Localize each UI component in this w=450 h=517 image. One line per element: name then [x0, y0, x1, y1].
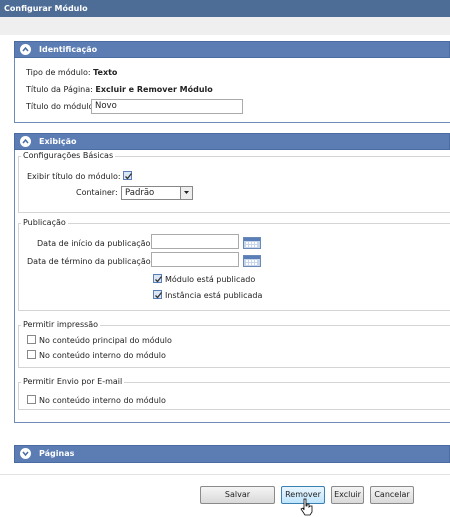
salvar-button[interactable]: Salvar — [200, 486, 275, 504]
legend-email: Permitir Envio por E-mail — [21, 377, 125, 386]
impressao-interno-label: No conteúdo interno do módulo — [39, 351, 166, 360]
panel-identificacao-header[interactable]: Identificação — [14, 41, 450, 58]
data-termino-input[interactable] — [151, 252, 239, 267]
collapse-icon[interactable] — [20, 136, 31, 147]
legend-publicacao: Publicação — [21, 218, 68, 227]
container-label: Container: — [76, 188, 118, 197]
window-title: Configurar Módulo — [0, 0, 450, 17]
exibir-titulo-label: Exibir título do módulo: — [27, 172, 121, 181]
impressao-principal-checkbox[interactable] — [27, 335, 36, 344]
email-interno-label: No conteúdo interno do módulo — [39, 396, 166, 405]
legend-impressao: Permitir impressão — [21, 320, 101, 329]
data-termino-label: Data de término da publicação: — [27, 257, 154, 266]
impressao-principal-label: No conteúdo principal do módulo — [39, 336, 172, 345]
excluir-button[interactable]: Excluir — [331, 486, 364, 504]
chevron-down-icon[interactable] — [180, 187, 192, 199]
collapse-icon[interactable] — [20, 44, 31, 55]
legend-basicas: Configurações Básicas — [21, 151, 116, 160]
fieldset-impressao — [18, 325, 450, 368]
titulo-modulo-label: Título do módulo: — [26, 102, 97, 111]
panel-exibicao-body: Configurações Básicas Exibir título do m… — [14, 150, 450, 423]
impressao-interno-checkbox[interactable] — [27, 350, 36, 359]
container-select[interactable]: Padrão — [121, 186, 193, 200]
exibir-titulo-checkbox[interactable] — [123, 171, 133, 180]
panel-paginas-title: Páginas — [39, 449, 75, 458]
titulo-modulo-input[interactable]: Novo — [91, 99, 243, 114]
panel-identificacao-title: Identificação — [39, 45, 98, 54]
expand-icon[interactable] — [20, 448, 31, 459]
footer-divider — [0, 474, 450, 475]
modulo-publicado-checkbox[interactable] — [153, 274, 163, 283]
panel-exibicao-header[interactable]: Exibição — [14, 133, 450, 150]
titulo-pagina-label: Título da Página: Excluir e Remover Módu… — [26, 85, 213, 94]
fieldset-basicas — [18, 156, 450, 213]
panel-identificacao-body: Tipo de módulo: Texto Título da Página: … — [14, 58, 450, 123]
hand-cursor-icon — [300, 498, 313, 516]
instancia-publicada-checkbox[interactable] — [153, 290, 163, 299]
email-interno-checkbox[interactable] — [27, 395, 36, 404]
data-inicio-input[interactable] — [151, 234, 239, 249]
panel-paginas-header[interactable]: Páginas — [14, 445, 450, 463]
modulo-publicado-label: Módulo está publicado — [165, 275, 256, 284]
calendar-icon[interactable] — [243, 237, 261, 249]
tipo-modulo-label: Tipo de módulo: Texto — [26, 68, 118, 77]
calendar-icon[interactable] — [243, 255, 261, 267]
toolbar-area — [0, 17, 450, 35]
container-selected-value: Padrão — [125, 188, 155, 198]
instancia-publicada-label: Instância está publicada — [165, 291, 263, 300]
cancelar-button[interactable]: Cancelar — [370, 486, 414, 504]
data-inicio-label: Data de início da publicação: — [37, 239, 154, 248]
panel-exibicao-title: Exibição — [39, 137, 77, 146]
